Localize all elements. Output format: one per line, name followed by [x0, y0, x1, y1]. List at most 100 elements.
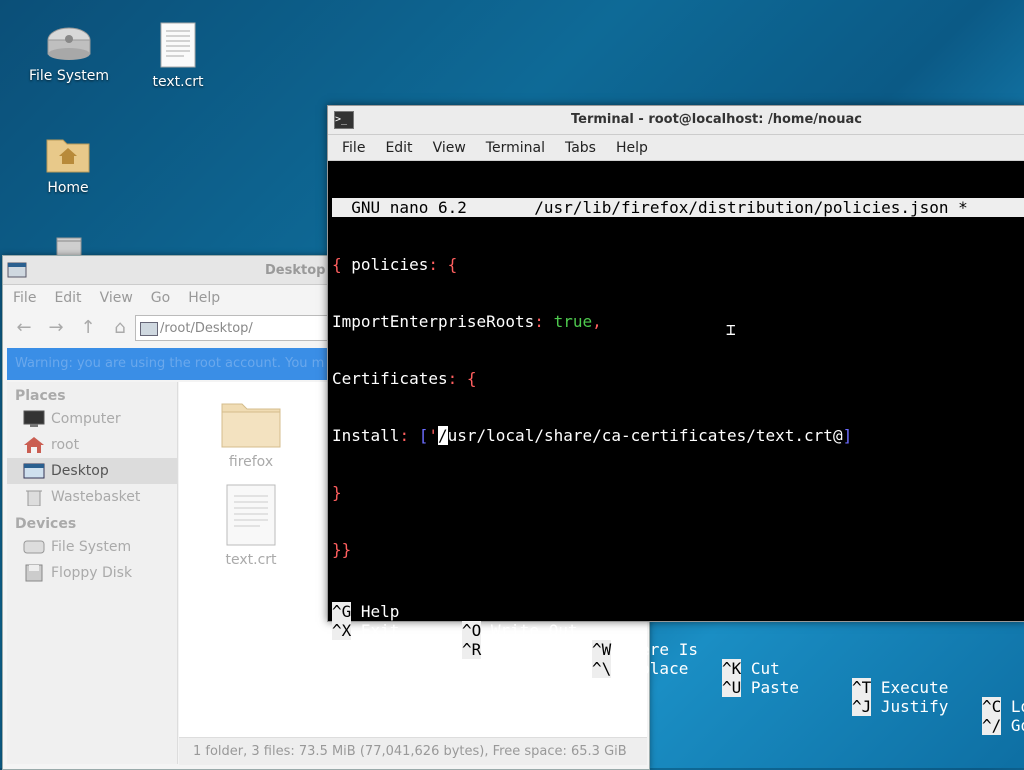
shortcut-replace[interactable]: ^\ Replace [592, 659, 688, 678]
file-item-label: firefox [228, 454, 274, 470]
token: Install [332, 426, 400, 445]
token: : [399, 426, 419, 445]
mouse-ibeam-cursor-icon: ⌶ [726, 320, 736, 339]
editor-line-5: } [332, 483, 342, 502]
sidebar-item-label: Computer [51, 411, 121, 427]
token: Certificates [332, 369, 448, 388]
devices-header: Devices [15, 516, 77, 532]
sidebar-item-root[interactable]: root [7, 432, 177, 458]
desktop-icon-label: File System [28, 68, 110, 84]
menu-help[interactable]: Help [188, 290, 220, 306]
menu-edit[interactable]: Edit [385, 140, 412, 156]
text-file-icon [226, 484, 276, 546]
file-manager-title: Desktop [265, 263, 326, 278]
shortcut-row-1: ^G Help ^O Write Out ^W Where Is ^K Cut … [332, 583, 1024, 716]
editor-line-4: Install: ['/usr/local/share/ca-certifica… [332, 426, 1024, 445]
terminal-window: >_ Terminal - root@localhost: /home/noua… [327, 105, 1024, 735]
location-bar[interactable]: /root/Desktop/ [135, 315, 335, 341]
home-icon [23, 436, 45, 454]
editor-line-3: Certificates: { [332, 369, 1024, 388]
desktop-icon-text-crt[interactable]: text.crt [133, 22, 223, 90]
token: { [332, 255, 342, 274]
file-item-text-crt[interactable]: text.crt [211, 484, 291, 568]
menu-view[interactable]: View [100, 290, 133, 306]
shortcut-execute[interactable]: ^T Execute [852, 678, 948, 697]
terminal-menubar: File Edit View Terminal Tabs Help [328, 135, 1024, 161]
status-bar: 1 folder, 3 files: 73.5 MiB (77,041,626 … [179, 737, 647, 765]
trash-icon[interactable] [54, 236, 84, 257]
shortcut-read-file[interactable]: ^R Read File [462, 640, 578, 659]
up-arrow-icon[interactable]: ↑ [77, 317, 99, 339]
hard-drive-icon [46, 26, 92, 62]
file-manager-sidebar: Places Computer root Desktop Wastebasket… [7, 382, 178, 764]
places-header: Places [15, 388, 66, 404]
back-arrow-icon[interactable]: ← [13, 317, 35, 339]
floppy-disk-icon [23, 564, 45, 582]
menu-file[interactable]: File [342, 140, 365, 156]
token: [ [418, 426, 429, 445]
token: : { [447, 369, 477, 388]
desktop-icon-home[interactable]: Home [23, 134, 113, 196]
token: policies [341, 255, 429, 274]
editor-line-1: { policies: { [332, 255, 1024, 274]
menu-file[interactable]: File [13, 290, 36, 306]
shortcut-paste[interactable]: ^U Paste [722, 678, 799, 697]
root-warning-text: Warning: you are using the root account.… [15, 356, 325, 371]
sidebar-item-wastebasket[interactable]: Wastebasket [7, 484, 177, 510]
token: ImportEnterpriseRoots [332, 312, 535, 331]
shortcut-justify[interactable]: ^J Justify [852, 697, 948, 716]
shortcut-where-is[interactable]: ^W Where Is [592, 640, 698, 659]
token: ' [428, 426, 438, 445]
sidebar-item-label: Desktop [51, 463, 109, 479]
shortcut-write-out[interactable]: ^O Write Out [462, 621, 578, 640]
sidebar-item-label: Wastebasket [51, 489, 141, 505]
sidebar-item-computer[interactable]: Computer [7, 406, 177, 432]
shortcut-go-to-line[interactable]: ^/ Go [982, 716, 1024, 735]
nano-header: GNU nano 6.2 /usr/lib/firefox/distributi… [332, 198, 1024, 217]
menu-tabs[interactable]: Tabs [565, 140, 596, 156]
token: , [592, 312, 602, 331]
home-folder-icon [45, 134, 91, 174]
desktop-icon [23, 462, 45, 480]
menu-go[interactable]: Go [151, 290, 170, 306]
sidebar-item-file-system[interactable]: File System [7, 534, 177, 560]
file-item-label: text.crt [225, 552, 277, 568]
desktop-icon-file-system[interactable]: File System [24, 26, 114, 84]
shortcut-cut[interactable]: ^K Cut [722, 659, 780, 678]
file-item-firefox[interactable]: firefox [211, 396, 291, 470]
sidebar-item-floppy-disk[interactable]: Floppy Disk [7, 560, 177, 586]
token: true [553, 312, 593, 331]
shortcut-location[interactable]: ^C Lo [982, 697, 1024, 716]
status-text: 1 folder, 3 files: 73.5 MiB (77,041,626 … [193, 744, 627, 759]
sidebar-item-desktop[interactable]: Desktop [7, 458, 177, 484]
monitor-icon [23, 410, 45, 428]
terminal-titlebar[interactable]: >_ Terminal - root@localhost: /home/noua… [328, 106, 1024, 135]
menu-help[interactable]: Help [616, 140, 648, 156]
folder-icon [220, 396, 282, 450]
token: ] [842, 426, 853, 445]
text-cursor: / [437, 426, 448, 445]
menu-terminal[interactable]: Terminal [486, 140, 545, 156]
hard-drive-icon [23, 538, 45, 556]
menu-edit[interactable]: Edit [54, 290, 81, 306]
editor-line-2: ImportEnterpriseRoots: true, [332, 312, 1024, 331]
home-icon[interactable]: ⌂ [109, 317, 131, 339]
desktop-icon-label: Home [47, 180, 89, 196]
token: : { [428, 255, 458, 274]
token: usr/local/share/ca-certificates/text.crt… [447, 426, 843, 445]
token: : [534, 312, 554, 331]
sidebar-item-label: File System [51, 539, 132, 555]
menu-view[interactable]: View [433, 140, 466, 156]
desktop-icon-label: text.crt [152, 74, 204, 90]
terminal-title: Terminal - root@localhost: /home/nouac [571, 112, 862, 127]
text-file-icon [160, 22, 196, 68]
sidebar-item-label: Floppy Disk [51, 565, 133, 581]
forward-arrow-icon[interactable]: → [45, 317, 67, 339]
nano-editor[interactable]: GNU nano 6.2 /usr/lib/firefox/distributi… [332, 160, 1024, 735]
location-path: /root/Desktop/ [160, 321, 253, 336]
sidebar-item-label: root [51, 437, 80, 453]
drive-icon [140, 322, 158, 336]
file-manager-app-icon [7, 262, 27, 278]
shortcut-exit[interactable]: ^X Exit [332, 621, 399, 640]
root-warning-banner: Warning: you are using the root account.… [7, 348, 337, 380]
